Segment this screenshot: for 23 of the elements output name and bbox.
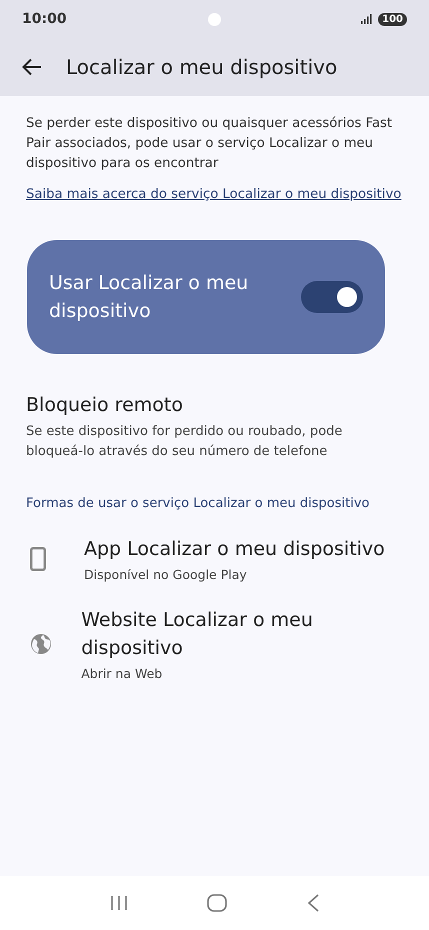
intro-text: Se perder este dispositivo ou quaisquer acessórios Fast Pair associados, pode usar o serviço Localizar o meu dispositivo para os encontrar xyxy=(26,115,394,173)
battery-level: 100 xyxy=(378,12,407,26)
remote-lock-summary: Se este dispositivo for perdido ou roubado, pode bloqueá-lo através do seu número de telefone xyxy=(26,423,344,461)
recent-apps-icon[interactable] xyxy=(110,895,128,911)
option-summary: Disponível no Google Play xyxy=(84,567,248,582)
option-summary: Abrir na Web xyxy=(81,666,164,681)
back-icon[interactable] xyxy=(307,894,320,912)
option-title[interactable]: App Localizar o meu dispositivo xyxy=(84,535,385,563)
back-button[interactable] xyxy=(20,56,44,78)
camera-dot xyxy=(208,13,221,26)
section-header: Formas de usar o serviço Localizar o meu dispositivo xyxy=(26,496,370,511)
status-time: 10:00 xyxy=(22,11,67,27)
learn-more-link[interactable]: Saiba mais acerca do serviço Localizar o meu dispositivo xyxy=(26,184,403,206)
remote-lock-title[interactable]: Bloqueio remoto xyxy=(26,394,403,416)
option-title[interactable]: Website Localizar o meu dispositivo xyxy=(81,606,403,662)
toggle-switch[interactable] xyxy=(301,281,363,313)
switch-label: Usar Localizar o meu dispositivo xyxy=(49,271,250,324)
page-title: Localizar o meu dispositivo xyxy=(66,55,338,79)
phone-icon xyxy=(30,546,46,570)
signal-icon xyxy=(361,14,374,24)
globe-icon xyxy=(30,632,52,654)
home-icon[interactable] xyxy=(207,894,228,912)
main-switch-card[interactable]: Usar Localizar o meu dispositivo xyxy=(27,240,385,354)
